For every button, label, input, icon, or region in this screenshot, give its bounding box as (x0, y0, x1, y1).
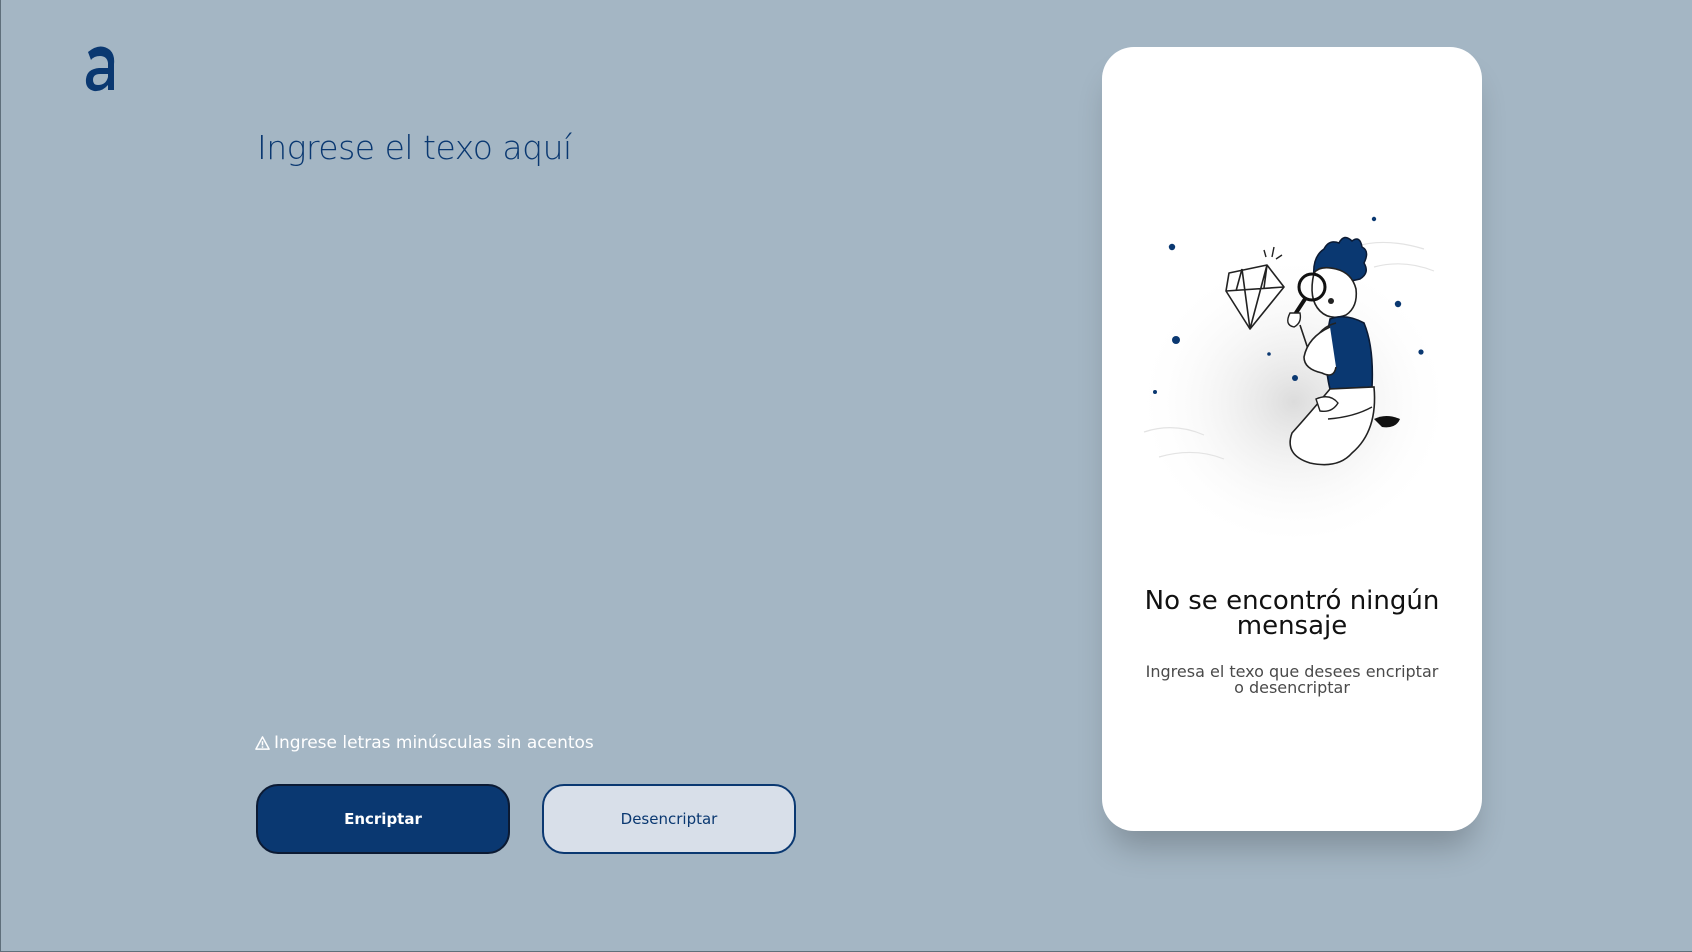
no-message-title: No se encontró ningún mensaje (1144, 586, 1440, 641)
warning-icon (255, 735, 270, 750)
person-with-magnifier-illustration (1134, 216, 1454, 537)
hint-message: Ingrese letras minúsculas sin acentos (255, 733, 594, 753)
decrypt-button[interactable]: Desencriptar (542, 784, 796, 854)
hint-text: Ingrese letras minúsculas sin acentos (274, 733, 594, 753)
text-input[interactable] (257, 118, 897, 688)
no-message-description: Ingresa el texo que desees encriptar o d… (1145, 662, 1439, 697)
alura-logo-icon (85, 46, 115, 92)
output-panel: No se encontró ningún mensaje Ingresa el… (1102, 47, 1482, 831)
encrypt-button[interactable]: Encriptar (256, 784, 510, 854)
